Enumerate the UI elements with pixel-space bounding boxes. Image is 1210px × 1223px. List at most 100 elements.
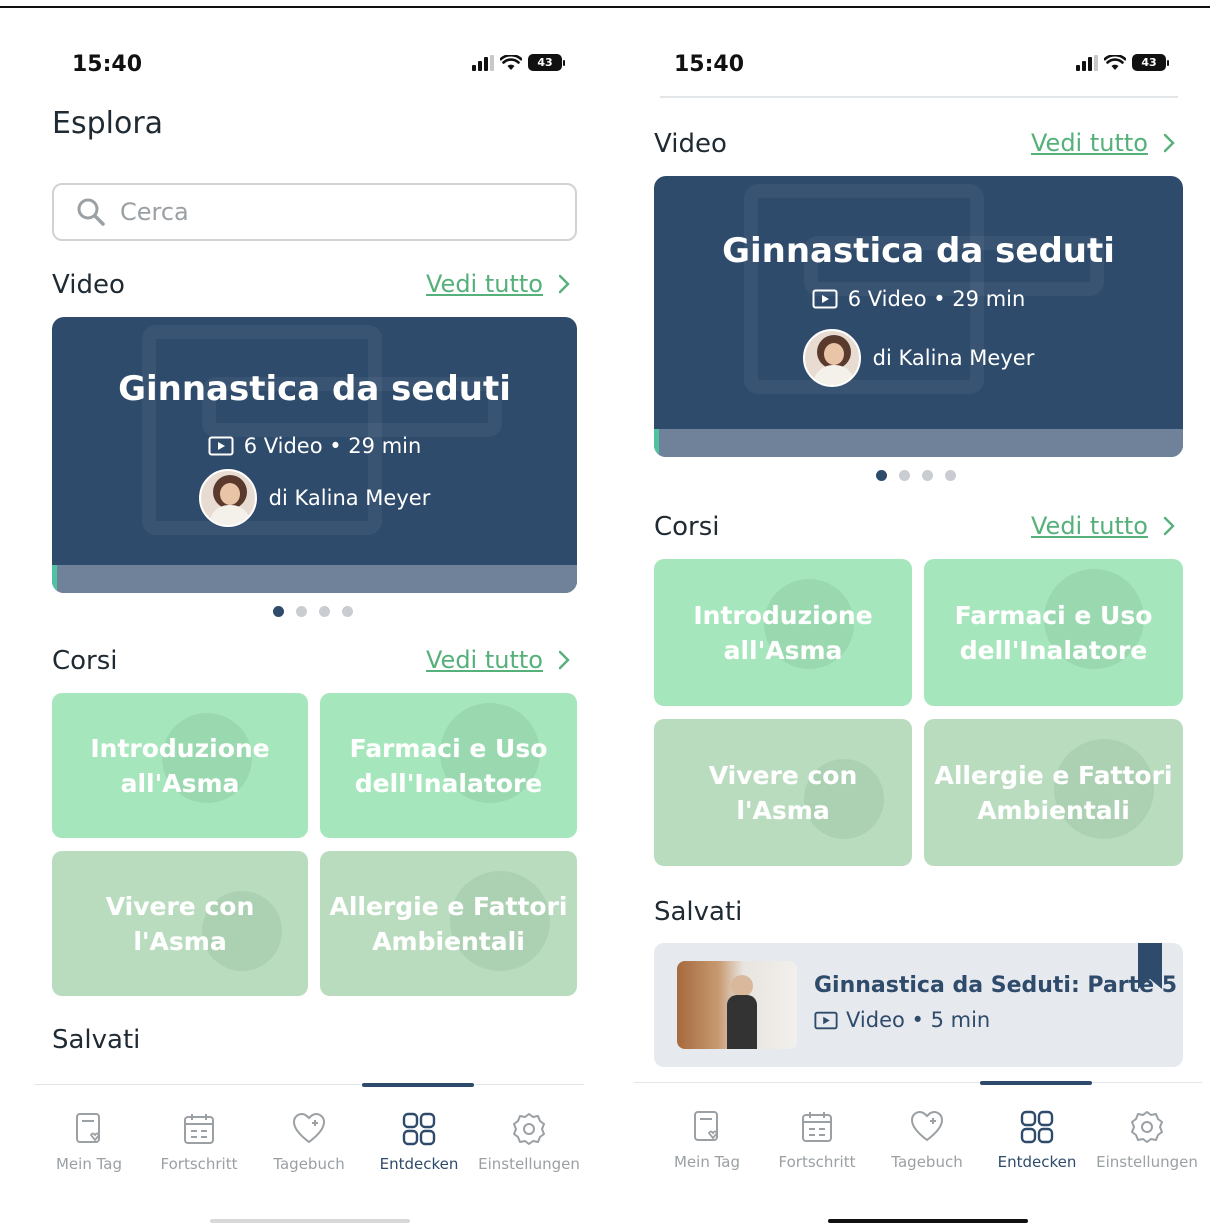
course-card-allergies[interactable]: Allergie e Fattori Ambientali bbox=[320, 851, 577, 996]
course-card-medication-inhaler[interactable]: Farmaci e Uso dell'Inalatore bbox=[924, 559, 1183, 706]
carousel-dot[interactable] bbox=[899, 470, 910, 481]
course-card-label: Introduzione all'Asma bbox=[90, 733, 270, 798]
nav-item-tagebuch[interactable]: Tagebuch bbox=[254, 1111, 364, 1173]
carousel-dot[interactable] bbox=[342, 606, 353, 617]
home-indicator bbox=[210, 1219, 410, 1223]
see-all-video-link[interactable]: Vedi tutto bbox=[426, 270, 571, 298]
course-card-intro-asthma[interactable]: Introduzione all'Asma bbox=[52, 693, 308, 838]
mein-tag-icon bbox=[76, 1113, 101, 1143]
nav-label: Mein Tag bbox=[55, 1155, 122, 1173]
see-all-courses-link[interactable]: Vedi tutto bbox=[1031, 512, 1176, 540]
nav-item-fortschritt[interactable]: Fortschritt bbox=[762, 1109, 872, 1171]
nav-label: Entdecken bbox=[997, 1153, 1077, 1171]
saved-item-meta: Video • 5 min bbox=[814, 1008, 990, 1032]
nav-item-einstellungen[interactable]: Einstellungen bbox=[474, 1111, 584, 1173]
saved-item-title: Ginnastica da Seduti: Parte 5 bbox=[814, 973, 1178, 998]
status-icons: 43 bbox=[1076, 54, 1169, 71]
grid-icon bbox=[1020, 1110, 1054, 1144]
section-title-saved: Salvati bbox=[52, 1025, 141, 1055]
section-title-courses: Corsi bbox=[654, 512, 720, 542]
avatar bbox=[198, 469, 257, 527]
nav-item-tagebuch[interactable]: Tagebuch bbox=[872, 1109, 982, 1171]
nav-item-mein-tag[interactable]: Mein Tag bbox=[34, 1111, 144, 1173]
course-card-medication-inhaler[interactable]: Farmaci e Uso dell'Inalatore bbox=[320, 693, 577, 838]
course-card-label: Vivere con l'Asma bbox=[105, 891, 255, 956]
top-divider bbox=[0, 6, 1210, 8]
nav-item-fortschritt[interactable]: Fortschritt bbox=[144, 1111, 254, 1173]
section-title-courses: Corsi bbox=[52, 646, 118, 676]
video-card-author: di Kalina Meyer bbox=[654, 329, 1183, 387]
home-indicator bbox=[828, 1219, 1028, 1223]
section-title-saved: Salvati bbox=[654, 897, 743, 927]
nav-label: Tagebuch bbox=[273, 1155, 345, 1173]
search-bar[interactable] bbox=[52, 183, 577, 241]
carousel-dot[interactable] bbox=[922, 470, 933, 481]
avatar bbox=[802, 329, 861, 387]
course-card-allergies[interactable]: Allergie e Fattori Ambientali bbox=[924, 719, 1183, 866]
bookmark-icon[interactable] bbox=[1138, 943, 1162, 989]
screen-explore-top: 15:40 43 Esplora Video Vedi tutto Ginnas… bbox=[0, 10, 610, 1223]
video-card-meta-text: 6 Video • 29 min bbox=[847, 287, 1026, 311]
course-card-label: Vivere con l'Asma bbox=[708, 760, 858, 825]
carousel-dot[interactable] bbox=[296, 606, 307, 617]
video-progress-bar bbox=[654, 429, 1183, 457]
video-card-title: Ginnastica da seduti bbox=[118, 369, 511, 409]
nav-active-indicator bbox=[362, 1083, 474, 1087]
carousel-dot[interactable] bbox=[273, 606, 284, 617]
signal-icon bbox=[1076, 54, 1098, 71]
bottom-nav: Mein Tag Fortschritt Tagebuch Entdecken … bbox=[634, 1081, 1202, 1202]
chevron-right-icon bbox=[558, 274, 570, 294]
see-all-label: Vedi tutto bbox=[426, 270, 543, 298]
screen-explore-scrolled: 15:40 43 Video Vedi tutto Ginnastica da … bbox=[618, 10, 1210, 1223]
video-card-meta-text: 6 Video • 29 min bbox=[243, 434, 422, 458]
video-card-meta: 6 Video • 29 min bbox=[52, 434, 577, 458]
chevron-right-icon bbox=[1163, 133, 1175, 153]
grid-icon bbox=[402, 1112, 436, 1146]
heart-plus-icon bbox=[292, 1112, 326, 1144]
video-card[interactable]: Ginnastica da seduti 6 Video • 29 min di… bbox=[654, 176, 1183, 457]
nav-item-entdecken[interactable]: Entdecken bbox=[364, 1111, 474, 1173]
gear-icon bbox=[1131, 1111, 1163, 1143]
section-title-video: Video bbox=[654, 129, 727, 159]
wifi-icon bbox=[1104, 54, 1126, 70]
video-card[interactable]: Ginnastica da seduti 6 Video • 29 min di… bbox=[52, 317, 577, 593]
carousel-dot[interactable] bbox=[876, 470, 887, 481]
carousel-dots[interactable] bbox=[273, 606, 353, 617]
chevron-right-icon bbox=[558, 650, 570, 670]
see-all-video-link[interactable]: Vedi tutto bbox=[1031, 129, 1176, 157]
search-input[interactable] bbox=[120, 198, 500, 226]
video-progress-bar bbox=[52, 565, 577, 593]
nav-label: Tagebuch bbox=[891, 1153, 963, 1171]
nav-item-mein-tag[interactable]: Mein Tag bbox=[652, 1109, 762, 1171]
course-card-label: Allergie e Fattori Ambientali bbox=[329, 891, 568, 956]
nav-label: Einstellungen bbox=[478, 1155, 580, 1173]
wifi-icon bbox=[500, 54, 522, 70]
saved-item-card[interactable]: Ginnastica da Seduti: Parte 5 Video • 5 … bbox=[654, 943, 1183, 1067]
battery-icon: 43 bbox=[1132, 54, 1169, 71]
gear-icon bbox=[513, 1113, 545, 1145]
course-card-living-asthma[interactable]: Vivere con l'Asma bbox=[52, 851, 308, 996]
video-card-author: di Kalina Meyer bbox=[52, 469, 577, 527]
see-all-courses-link[interactable]: Vedi tutto bbox=[426, 646, 571, 674]
course-card-intro-asthma[interactable]: Introduzione all'Asma bbox=[654, 559, 912, 706]
carousel-dot[interactable] bbox=[945, 470, 956, 481]
course-card-label: Farmaci e Uso dell'Inalatore bbox=[954, 600, 1153, 665]
heart-plus-icon bbox=[910, 1110, 944, 1142]
course-card-label: Allergie e Fattori Ambientali bbox=[934, 760, 1173, 825]
calendar-icon bbox=[184, 1114, 214, 1144]
carousel-dot[interactable] bbox=[319, 606, 330, 617]
search-bar-edge bbox=[660, 96, 1178, 98]
play-box-icon bbox=[812, 289, 838, 309]
search-icon bbox=[77, 198, 105, 226]
chevron-right-icon bbox=[1163, 516, 1175, 536]
nav-item-einstellungen[interactable]: Einstellungen bbox=[1092, 1109, 1202, 1171]
carousel-dots[interactable] bbox=[876, 470, 956, 481]
see-all-label: Vedi tutto bbox=[1031, 512, 1148, 540]
nav-label: Entdecken bbox=[379, 1155, 459, 1173]
course-card-living-asthma[interactable]: Vivere con l'Asma bbox=[654, 719, 912, 866]
video-card-title: Ginnastica da seduti bbox=[722, 231, 1115, 271]
nav-item-entdecken[interactable]: Entdecken bbox=[982, 1109, 1092, 1171]
section-title-video: Video bbox=[52, 270, 125, 300]
nav-label: Fortschritt bbox=[778, 1153, 856, 1171]
video-card-author-name: di Kalina Meyer bbox=[268, 486, 431, 510]
